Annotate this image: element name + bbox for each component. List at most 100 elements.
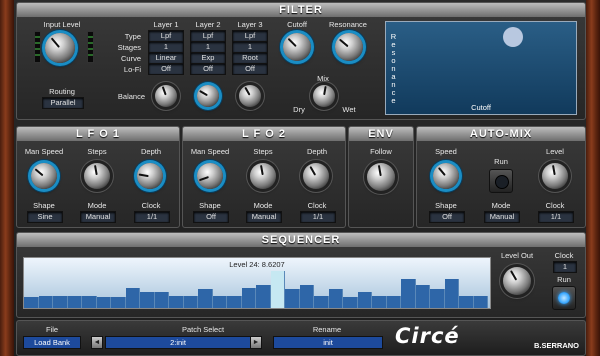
- automix-panel: AUTO-MIX Speed Run Level Shape Off Mode …: [416, 126, 586, 228]
- env-follow-knob[interactable]: [367, 163, 395, 191]
- sequencer-step-bar[interactable]: [299, 285, 314, 308]
- sequencer-step-bar[interactable]: [111, 297, 126, 308]
- filter-title: FILTER: [17, 3, 585, 17]
- patch-next-button[interactable]: ►: [250, 336, 262, 349]
- sequencer-clock-select[interactable]: 1: [553, 261, 577, 273]
- lfo1-shape-select[interactable]: Sine: [27, 211, 63, 223]
- sequencer-step-display[interactable]: Level 24: 8.6207: [23, 257, 491, 309]
- plugin-body: FILTER Input Level Routing Parallel Type…: [14, 0, 586, 356]
- lfo2-steps-knob[interactable]: [250, 163, 276, 189]
- sequencer-step-bar[interactable]: [169, 296, 184, 308]
- file-menu[interactable]: Load Bank: [23, 336, 81, 349]
- sequencer-step-bar[interactable]: [328, 289, 343, 308]
- sequencer-panel: SEQUENCER Level 24: 8.6207 Level Out Clo…: [16, 232, 586, 318]
- sequencer-step-bar[interactable]: [154, 292, 169, 308]
- lfo1-panel: L F O 1 Man Speed Steps Depth Shape Sine…: [16, 126, 180, 228]
- mix-knob[interactable]: [313, 85, 335, 107]
- sequencer-step-bar[interactable]: [401, 279, 416, 308]
- sequencer-step-bar[interactable]: [459, 296, 474, 308]
- lfo1-man-speed-knob[interactable]: [31, 163, 57, 189]
- sequencer-step-bar[interactable]: [212, 296, 227, 308]
- sequencer-step-bar[interactable]: [96, 297, 111, 308]
- lfo2-steps-label: Steps: [253, 147, 273, 156]
- sequencer-step-bar[interactable]: [473, 296, 488, 308]
- lfo1-steps-knob[interactable]: [84, 163, 110, 189]
- sequencer-step-bar[interactable]: [53, 296, 68, 308]
- sequencer-step-bar[interactable]: [270, 271, 285, 308]
- layer2-lofi[interactable]: Off: [190, 63, 226, 75]
- sequencer-title: SEQUENCER: [17, 233, 585, 247]
- cutoff-resonance-xy-pad[interactable]: Resonance Cutoff: [385, 21, 577, 115]
- sequencer-step-bar[interactable]: [67, 296, 82, 308]
- lfo1-depth-label: Depth: [140, 147, 161, 156]
- patch-prev-button[interactable]: ◄: [91, 336, 103, 349]
- sequencer-step-bar[interactable]: [140, 292, 155, 308]
- file-label: File: [45, 325, 59, 334]
- automix-mode-select[interactable]: Manual: [484, 211, 520, 223]
- lfo1-clock-select[interactable]: 1/1: [134, 211, 170, 223]
- input-level-knob[interactable]: [45, 33, 75, 63]
- sequencer-step-bar[interactable]: [314, 296, 329, 308]
- balance-knob-2[interactable]: [197, 85, 219, 107]
- level-out-knob[interactable]: [503, 267, 531, 295]
- lfo1-clock-label: Clock: [141, 201, 161, 210]
- balance-knob-3[interactable]: [239, 85, 261, 107]
- rename-label: Rename: [312, 325, 342, 334]
- wet-label: Wet: [342, 105, 356, 114]
- xy-pad-bottom-label: Cutoff: [471, 103, 491, 112]
- automix-run-label: Run: [494, 157, 508, 166]
- footer-bar: File Load Bank Patch Select ◄ 2:init ► R…: [16, 320, 586, 356]
- automix-level-label: Level: [546, 147, 564, 156]
- sequencer-step-bar[interactable]: [82, 296, 97, 308]
- brand-label: B.SERRANO: [533, 341, 579, 350]
- layer1-lofi[interactable]: Off: [148, 63, 184, 75]
- lfo2-man-speed-label: Man Speed: [190, 147, 230, 156]
- sequencer-step-bar[interactable]: [372, 296, 387, 308]
- automix-clock-select[interactable]: 1/1: [538, 211, 574, 223]
- sequencer-step-bar[interactable]: [357, 292, 372, 308]
- sequencer-step-bar[interactable]: [241, 288, 256, 308]
- balance-knob-1[interactable]: [155, 85, 177, 107]
- automix-speed-knob[interactable]: [433, 163, 459, 189]
- lfo2-panel: L F O 2 Man Speed Steps Depth Shape Off …: [182, 126, 346, 228]
- lfo1-depth-knob[interactable]: [137, 163, 163, 189]
- sequencer-step-bar[interactable]: [256, 285, 271, 308]
- automix-shape-select[interactable]: Off: [429, 211, 465, 223]
- sequencer-step-bar[interactable]: [24, 297, 39, 308]
- sequencer-step-bar[interactable]: [125, 288, 140, 308]
- xy-pad-handle[interactable]: [503, 27, 523, 47]
- sequencer-step-bar[interactable]: [198, 289, 213, 308]
- lfo2-man-speed-knob[interactable]: [197, 163, 223, 189]
- sequencer-step-bar[interactable]: [38, 296, 53, 308]
- sequencer-step-bar[interactable]: [444, 279, 459, 308]
- sequencer-step-bar[interactable]: [415, 285, 430, 308]
- lfo2-clock-label: Clock: [307, 201, 327, 210]
- automix-run-button[interactable]: [489, 169, 513, 193]
- sequencer-step-bar[interactable]: [430, 289, 445, 308]
- lfo2-depth-knob[interactable]: [303, 163, 329, 189]
- automix-level-knob[interactable]: [542, 163, 568, 189]
- layer3-lofi[interactable]: Off: [232, 63, 268, 75]
- sequencer-step-bar[interactable]: [285, 289, 300, 308]
- cutoff-knob[interactable]: [283, 33, 311, 61]
- routing-select[interactable]: Parallel: [42, 97, 84, 109]
- sequencer-step-bar[interactable]: [183, 296, 198, 308]
- sequencer-step-bar[interactable]: [227, 296, 242, 308]
- automix-title: AUTO-MIX: [417, 127, 585, 141]
- sequencer-step-bar[interactable]: [343, 297, 358, 308]
- input-level-label: Input Level: [43, 20, 81, 29]
- sequencer-step-bar[interactable]: [386, 296, 401, 308]
- lfo1-mode-select[interactable]: Manual: [80, 211, 116, 223]
- lfo2-shape-select[interactable]: Off: [193, 211, 229, 223]
- circe-logo: Circé: [395, 324, 460, 348]
- filter-panel: FILTER Input Level Routing Parallel Type…: [16, 2, 586, 120]
- sequencer-run-button[interactable]: [552, 286, 576, 310]
- rename-field[interactable]: init: [273, 336, 383, 349]
- patch-select[interactable]: 2:init: [105, 336, 251, 349]
- lfo2-clock-select[interactable]: 1/1: [300, 211, 336, 223]
- lfo2-mode-select[interactable]: Manual: [246, 211, 282, 223]
- resonance-knob[interactable]: [335, 33, 363, 61]
- lfo1-shape-label: Shape: [33, 201, 55, 210]
- sequencer-run-led: [558, 292, 570, 304]
- lfo2-title: L F O 2: [183, 127, 345, 141]
